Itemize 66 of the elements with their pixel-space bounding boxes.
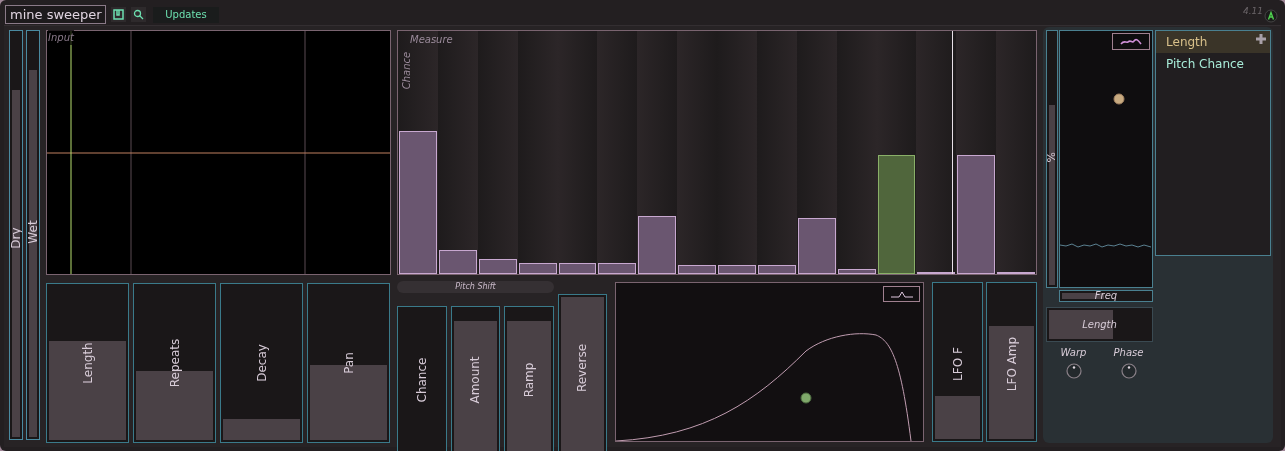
length-slider[interactable]: Length: [1046, 307, 1154, 342]
window-icon: [113, 9, 124, 20]
slider-label: %: [1043, 152, 1059, 163]
vertical-slider[interactable]: Dry: [9, 30, 23, 440]
slider-label: Reverse: [574, 343, 591, 393]
target-item[interactable]: Pitch Chance: [1156, 53, 1270, 75]
slider-label: Chance: [413, 357, 430, 403]
step-bar[interactable]: [837, 269, 876, 274]
sequencer-title: Measure: [410, 33, 453, 47]
step-bar[interactable]: [478, 259, 517, 274]
vertical-slider[interactable]: Repeats: [133, 283, 216, 443]
step-bar[interactable]: [877, 154, 916, 274]
slider-label: LFO F: [949, 347, 966, 381]
target-item[interactable]: Length: [1156, 31, 1270, 53]
search-button[interactable]: [131, 7, 146, 22]
step-bar[interactable]: [438, 249, 477, 274]
step-bar[interactable]: [757, 265, 796, 274]
step-bar[interactable]: [638, 215, 677, 274]
step-bar[interactable]: [797, 218, 836, 274]
slider-label: Repeats: [166, 338, 183, 388]
slider-label: Amount: [467, 356, 484, 404]
version-label: 4.11: [1242, 5, 1263, 18]
updates-button[interactable]: Updates: [153, 6, 219, 23]
slider-label: Wet: [27, 220, 39, 244]
axis-label: Chance: [400, 51, 414, 90]
vertical-slider[interactable]: Pan: [307, 283, 390, 443]
scope-title: Input: [48, 30, 74, 45]
step-bar[interactable]: [518, 263, 557, 274]
step-bar[interactable]: [598, 263, 637, 274]
vertical-slider[interactable]: LFO F: [932, 282, 983, 442]
add-icon[interactable]: [1256, 34, 1266, 44]
vertical-slider[interactable]: Chance: [397, 306, 447, 451]
peak-icon: [889, 290, 914, 298]
vertical-slider[interactable]: Amount: [450, 306, 500, 451]
knob[interactable]: [1065, 363, 1082, 379]
slider-label: Length: [79, 342, 96, 384]
layout-button[interactable]: [111, 7, 126, 22]
knob-label: Warp: [1060, 346, 1087, 360]
vertical-slider[interactable]: Reverse: [557, 294, 607, 451]
slider-label: Ramp: [520, 362, 537, 398]
search-icon: [133, 9, 144, 20]
wave-icon: [1120, 36, 1143, 47]
knob[interactable]: [1120, 363, 1137, 379]
vertical-slider[interactable]: Ramp: [504, 306, 554, 451]
vertical-slider[interactable]: Wet: [26, 30, 40, 440]
slider-label: Dry: [10, 227, 22, 249]
freq-slider[interactable]: Freq: [1059, 290, 1154, 302]
amount-slider[interactable]: %: [1046, 30, 1058, 288]
account-icon[interactable]: [1264, 9, 1278, 23]
step-sequencer[interactable]: Measure Chance: [397, 30, 1037, 275]
section-title: Pitch Shift: [397, 281, 554, 293]
slider-label: Pan: [340, 352, 357, 374]
vertical-slider[interactable]: Decay: [220, 283, 303, 443]
slider-label: LFO Amp: [1003, 336, 1020, 392]
shape-button[interactable]: [883, 286, 920, 302]
step-bar[interactable]: [957, 154, 996, 274]
lfo-display[interactable]: [1059, 30, 1154, 288]
slider-label: Length: [1082, 318, 1117, 332]
step-bar[interactable]: [558, 263, 597, 274]
vertical-slider[interactable]: LFO Amp: [986, 282, 1037, 442]
slider-label: Freq: [1094, 290, 1118, 302]
wave-shape-button[interactable]: [1112, 33, 1151, 50]
vertical-slider[interactable]: Length: [46, 283, 129, 443]
knob-label: Phase: [1113, 346, 1144, 360]
envelope-graph[interactable]: [615, 282, 924, 442]
slider-label: Decay: [253, 344, 270, 382]
